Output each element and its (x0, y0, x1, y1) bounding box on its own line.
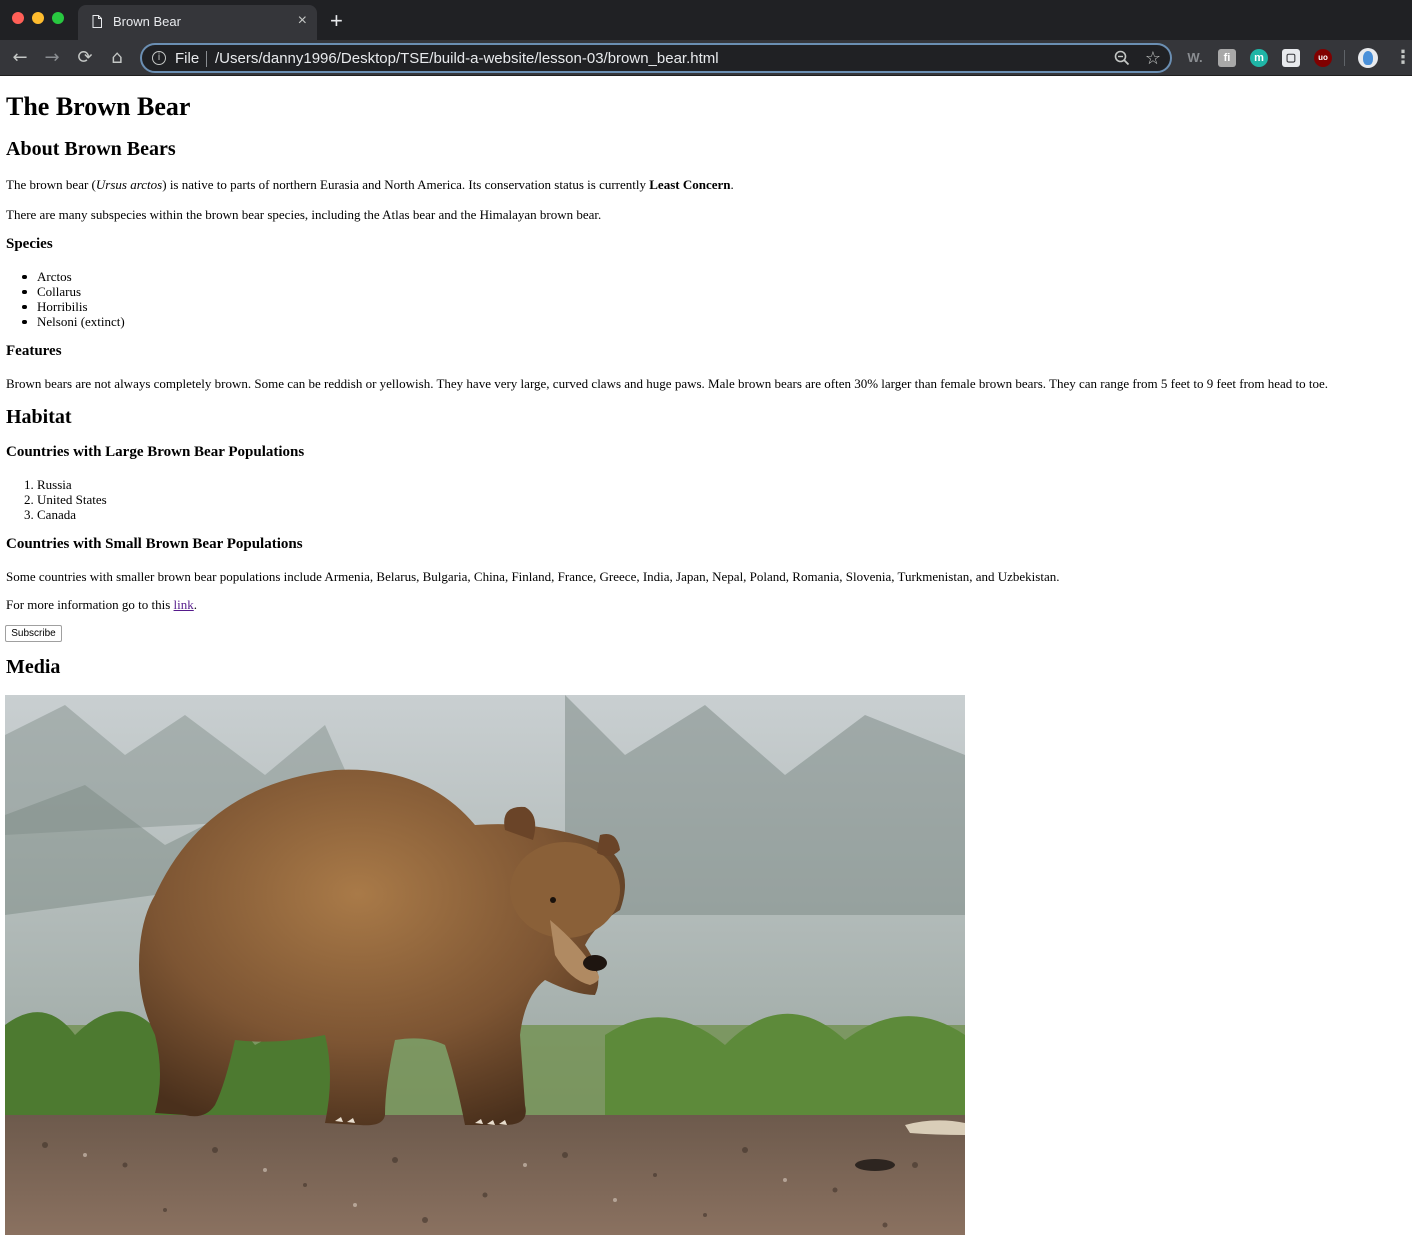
about-paragraph-1: The brown bear (Ursus arctos) is native … (6, 177, 734, 192)
more-info-link[interactable]: link (174, 597, 194, 612)
large-population-heading: Countries with Large Brown Bear Populati… (6, 444, 305, 460)
star-icon[interactable]: ☆ (1145, 48, 1161, 69)
species-list: Arctos Collarus Horribilis Nelsoni (exti… (23, 269, 125, 329)
about-paragraph-2: There are many subspecies within the bro… (6, 207, 602, 222)
small-population-paragraph: Some countries with smaller brown bear p… (6, 569, 1060, 584)
more-info-paragraph: For more information go to this link. (6, 597, 198, 612)
subscribe-button[interactable]: Subscribe (5, 625, 62, 642)
page-content: The Brown Bear About Brown Bears The bro… (0, 77, 1412, 1235)
brown-bear-photo (5, 695, 965, 1235)
address-bar[interactable]: i File /Users/danny1996/Desktop/TSE/buil… (140, 43, 1172, 73)
toolbar-divider (1344, 50, 1345, 66)
list-item: 3. Canada (24, 507, 76, 522)
large-population-list: 1. Russia 2. United States 3. Canada (24, 477, 107, 522)
list-item: 1. Russia (24, 477, 72, 492)
tab-brown-bear[interactable]: Brown Bear × (78, 5, 317, 40)
small-population-heading: Countries with Small Brown Bear Populati… (6, 536, 303, 552)
window-close-button[interactable] (12, 12, 24, 24)
tab-strip: Brown Bear × + (0, 0, 1412, 40)
about-heading: About Brown Bears (6, 138, 176, 160)
list-item: 2. United States (24, 492, 107, 507)
browser-toolbar: ← → ⟳ ⌂ i File /Users/danny1996/Desktop/… (0, 40, 1412, 76)
zoom-icon[interactable] (1114, 50, 1130, 66)
reload-icon[interactable]: ⟳ (74, 47, 96, 69)
menu-icon[interactable]: ⋮ (1394, 48, 1412, 68)
list-item: Collarus (23, 284, 125, 299)
conservation-status: Least Concern (649, 177, 731, 192)
list-item: Nelsoni (extinct) (23, 314, 125, 329)
list-item: Horribilis (23, 299, 125, 314)
extension-m-icon[interactable]: m (1250, 49, 1268, 67)
new-tab-button[interactable]: + (330, 8, 343, 34)
features-heading: Features (6, 343, 62, 359)
features-paragraph: Brown bears are not always completely br… (6, 376, 1329, 391)
extension-f-icon[interactable]: ﬁ (1218, 49, 1236, 67)
document-icon (92, 15, 102, 28)
tab-title: Brown Bear (113, 14, 181, 29)
info-icon[interactable]: i (152, 51, 166, 65)
url-text[interactable]: /Users/danny1996/Desktop/TSE/build-a-web… (215, 50, 719, 67)
extension-ublock-icon[interactable]: uo (1314, 49, 1332, 67)
habitat-heading: Habitat (6, 406, 72, 428)
window-maximize-button[interactable] (52, 12, 64, 24)
address-separator (206, 51, 207, 67)
list-item: Arctos (23, 269, 125, 284)
extension-w-icon[interactable]: W. (1185, 49, 1205, 67)
home-icon[interactable]: ⌂ (106, 47, 128, 69)
window-minimize-button[interactable] (32, 12, 44, 24)
profile-avatar[interactable] (1358, 48, 1378, 68)
back-icon[interactable]: ← (9, 47, 31, 69)
page-title: The Brown Bear (6, 92, 191, 121)
species-heading: Species (6, 236, 53, 252)
scientific-name: Ursus arctos (95, 177, 163, 192)
scheme-label: File (175, 50, 200, 67)
media-heading: Media (6, 656, 61, 678)
tab-close-icon[interactable]: × (298, 12, 307, 30)
forward-icon[interactable]: → (41, 47, 63, 69)
extension-doc-icon[interactable]: ▢ (1282, 49, 1300, 67)
